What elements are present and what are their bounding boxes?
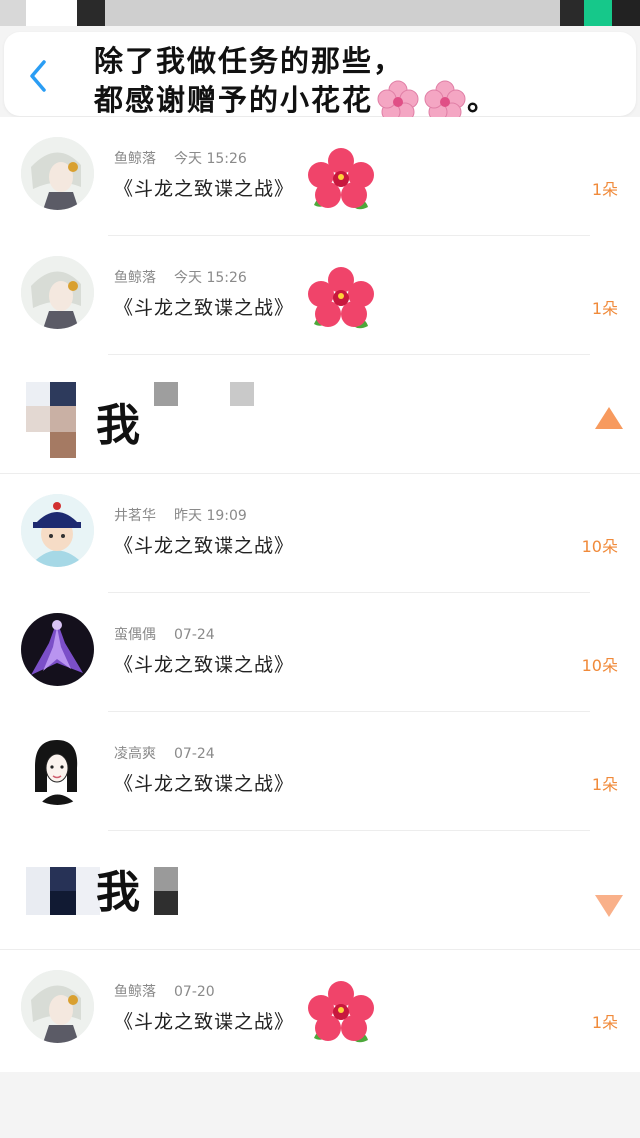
sent-time: 07-24 xyxy=(174,746,215,762)
hibiscus-icon xyxy=(308,148,374,210)
list-item[interactable]: 鱼鲸落 今天 15:26 《斗龙之致谍之战》 1朵 xyxy=(0,236,640,355)
sender-name: 蛮偶偶 xyxy=(114,627,156,643)
battery-icon xyxy=(584,0,612,26)
list-item[interactable]: 鱼鲸落 今天 15:26 《斗龙之致谍之战》 1朵 xyxy=(0,117,640,236)
mosaic-tile xyxy=(154,891,178,915)
white-haired-character-avatar xyxy=(21,256,94,329)
sender-line: 蛮偶偶 07-24 xyxy=(114,624,215,644)
up-arrow-icon[interactable] xyxy=(594,405,624,431)
page-title: 除了我做任务的那些， 都感谢赠予的小花花 。 xyxy=(94,42,498,124)
flower-count: 1朵 xyxy=(591,180,618,199)
avatar[interactable] xyxy=(21,970,94,1043)
status-block xyxy=(612,0,640,26)
mosaic-tile xyxy=(50,867,76,891)
avatar[interactable] xyxy=(21,256,94,329)
mosaic-tile xyxy=(154,867,178,891)
avatar[interactable] xyxy=(21,494,94,567)
flower-count: 10朵 xyxy=(581,656,618,675)
flower-count: 1朵 xyxy=(591,299,618,318)
list-item[interactable]: 井茗华 昨天 19:09 《斗龙之致谍之战》 10朵 xyxy=(0,474,640,593)
hibiscus-icon xyxy=(308,267,374,329)
flower-count: 10朵 xyxy=(581,537,618,556)
book-title: 《斗龙之致谍之战》 xyxy=(114,297,295,319)
book-title: 《斗龙之致谍之战》 xyxy=(114,178,295,200)
mosaic-tile xyxy=(50,891,76,915)
sender-name: 鱼鲸落 xyxy=(114,270,156,286)
bottom-spacer xyxy=(0,1072,640,1138)
mosaic-tile xyxy=(50,406,76,432)
status-block xyxy=(560,0,584,26)
title-line-2-text: 都感谢赠予的小花花 xyxy=(94,83,374,117)
section-label: 我 xyxy=(96,400,140,451)
sender-name: 凌高爽 xyxy=(114,746,156,762)
mosaic-tile xyxy=(154,382,178,406)
book-title: 《斗龙之致谍之战》 xyxy=(114,654,295,676)
sender-name: 鱼鲸落 xyxy=(114,151,156,167)
sent-time: 今天 15:26 xyxy=(174,151,247,167)
sent-time: 昨天 19:09 xyxy=(174,508,247,524)
status-block xyxy=(0,0,26,26)
sender-line: 鱼鲸落 07-20 xyxy=(114,981,215,1001)
sent-time: 07-24 xyxy=(174,627,215,643)
mosaic-tile xyxy=(26,867,50,915)
page-header: 除了我做任务的那些， 都感谢赠予的小花花 。 xyxy=(4,32,636,122)
flower-count: 1朵 xyxy=(591,775,618,794)
sent-time: 07-20 xyxy=(174,984,215,1000)
sender-name: 井茗华 xyxy=(114,508,156,524)
status-block xyxy=(77,0,105,26)
sender-line: 井茗华 昨天 19:09 xyxy=(114,505,247,525)
sender-line: 鱼鲸落 今天 15:26 xyxy=(114,148,247,168)
qing-official-cartoon-avatar xyxy=(21,494,94,567)
sketch-girl-avatar xyxy=(21,732,94,805)
avatar[interactable] xyxy=(21,613,94,686)
white-haired-character-avatar xyxy=(21,137,94,210)
sender-line: 鱼鲸落 今天 15:26 xyxy=(114,267,247,287)
mosaic-tile xyxy=(50,382,76,406)
my-section-header[interactable]: 我 xyxy=(0,831,640,950)
down-arrow-icon[interactable] xyxy=(594,893,624,919)
sender-line: 凌高爽 07-24 xyxy=(114,743,215,763)
gift-list: 鱼鲸落 今天 15:26 《斗龙之致谍之战》 1朵 鱼鲸落 今天 15:26 《斗 xyxy=(0,117,640,1072)
section-label: 我 xyxy=(96,867,140,918)
sent-time: 今天 15:26 xyxy=(174,270,247,286)
sender-name: 鱼鲸落 xyxy=(114,984,156,1000)
mosaic-tile xyxy=(26,406,50,432)
mosaic-tile xyxy=(50,432,76,458)
status-bar xyxy=(0,0,640,26)
chevron-left-icon xyxy=(30,60,46,92)
book-title: 《斗龙之致谍之战》 xyxy=(114,1011,295,1033)
book-title: 《斗龙之致谍之战》 xyxy=(114,773,295,795)
list-item[interactable]: 蛮偶偶 07-24 《斗龙之致谍之战》 10朵 xyxy=(0,593,640,712)
my-section-header[interactable]: 我 xyxy=(0,355,640,474)
avatar[interactable] xyxy=(21,732,94,805)
avatar[interactable] xyxy=(21,137,94,210)
title-end: 。 xyxy=(467,83,499,117)
list-item[interactable]: 鱼鲸落 07-20 《斗龙之致谍之战》 1朵 xyxy=(0,950,640,1069)
mosaic-tile xyxy=(230,382,254,406)
mosaic-tile xyxy=(26,382,50,406)
list-item[interactable]: 凌高爽 07-24 《斗龙之致谍之战》 1朵 xyxy=(0,712,640,831)
title-line-1: 除了我做任务的那些， xyxy=(94,44,405,78)
purple-dancer-avatar xyxy=(21,613,94,686)
book-title: 《斗龙之致谍之战》 xyxy=(114,535,295,557)
back-button[interactable] xyxy=(22,56,54,96)
hibiscus-icon xyxy=(308,981,374,1043)
status-block xyxy=(105,0,560,26)
white-haired-character-avatar xyxy=(21,970,94,1043)
flower-count: 1朵 xyxy=(591,1013,618,1032)
